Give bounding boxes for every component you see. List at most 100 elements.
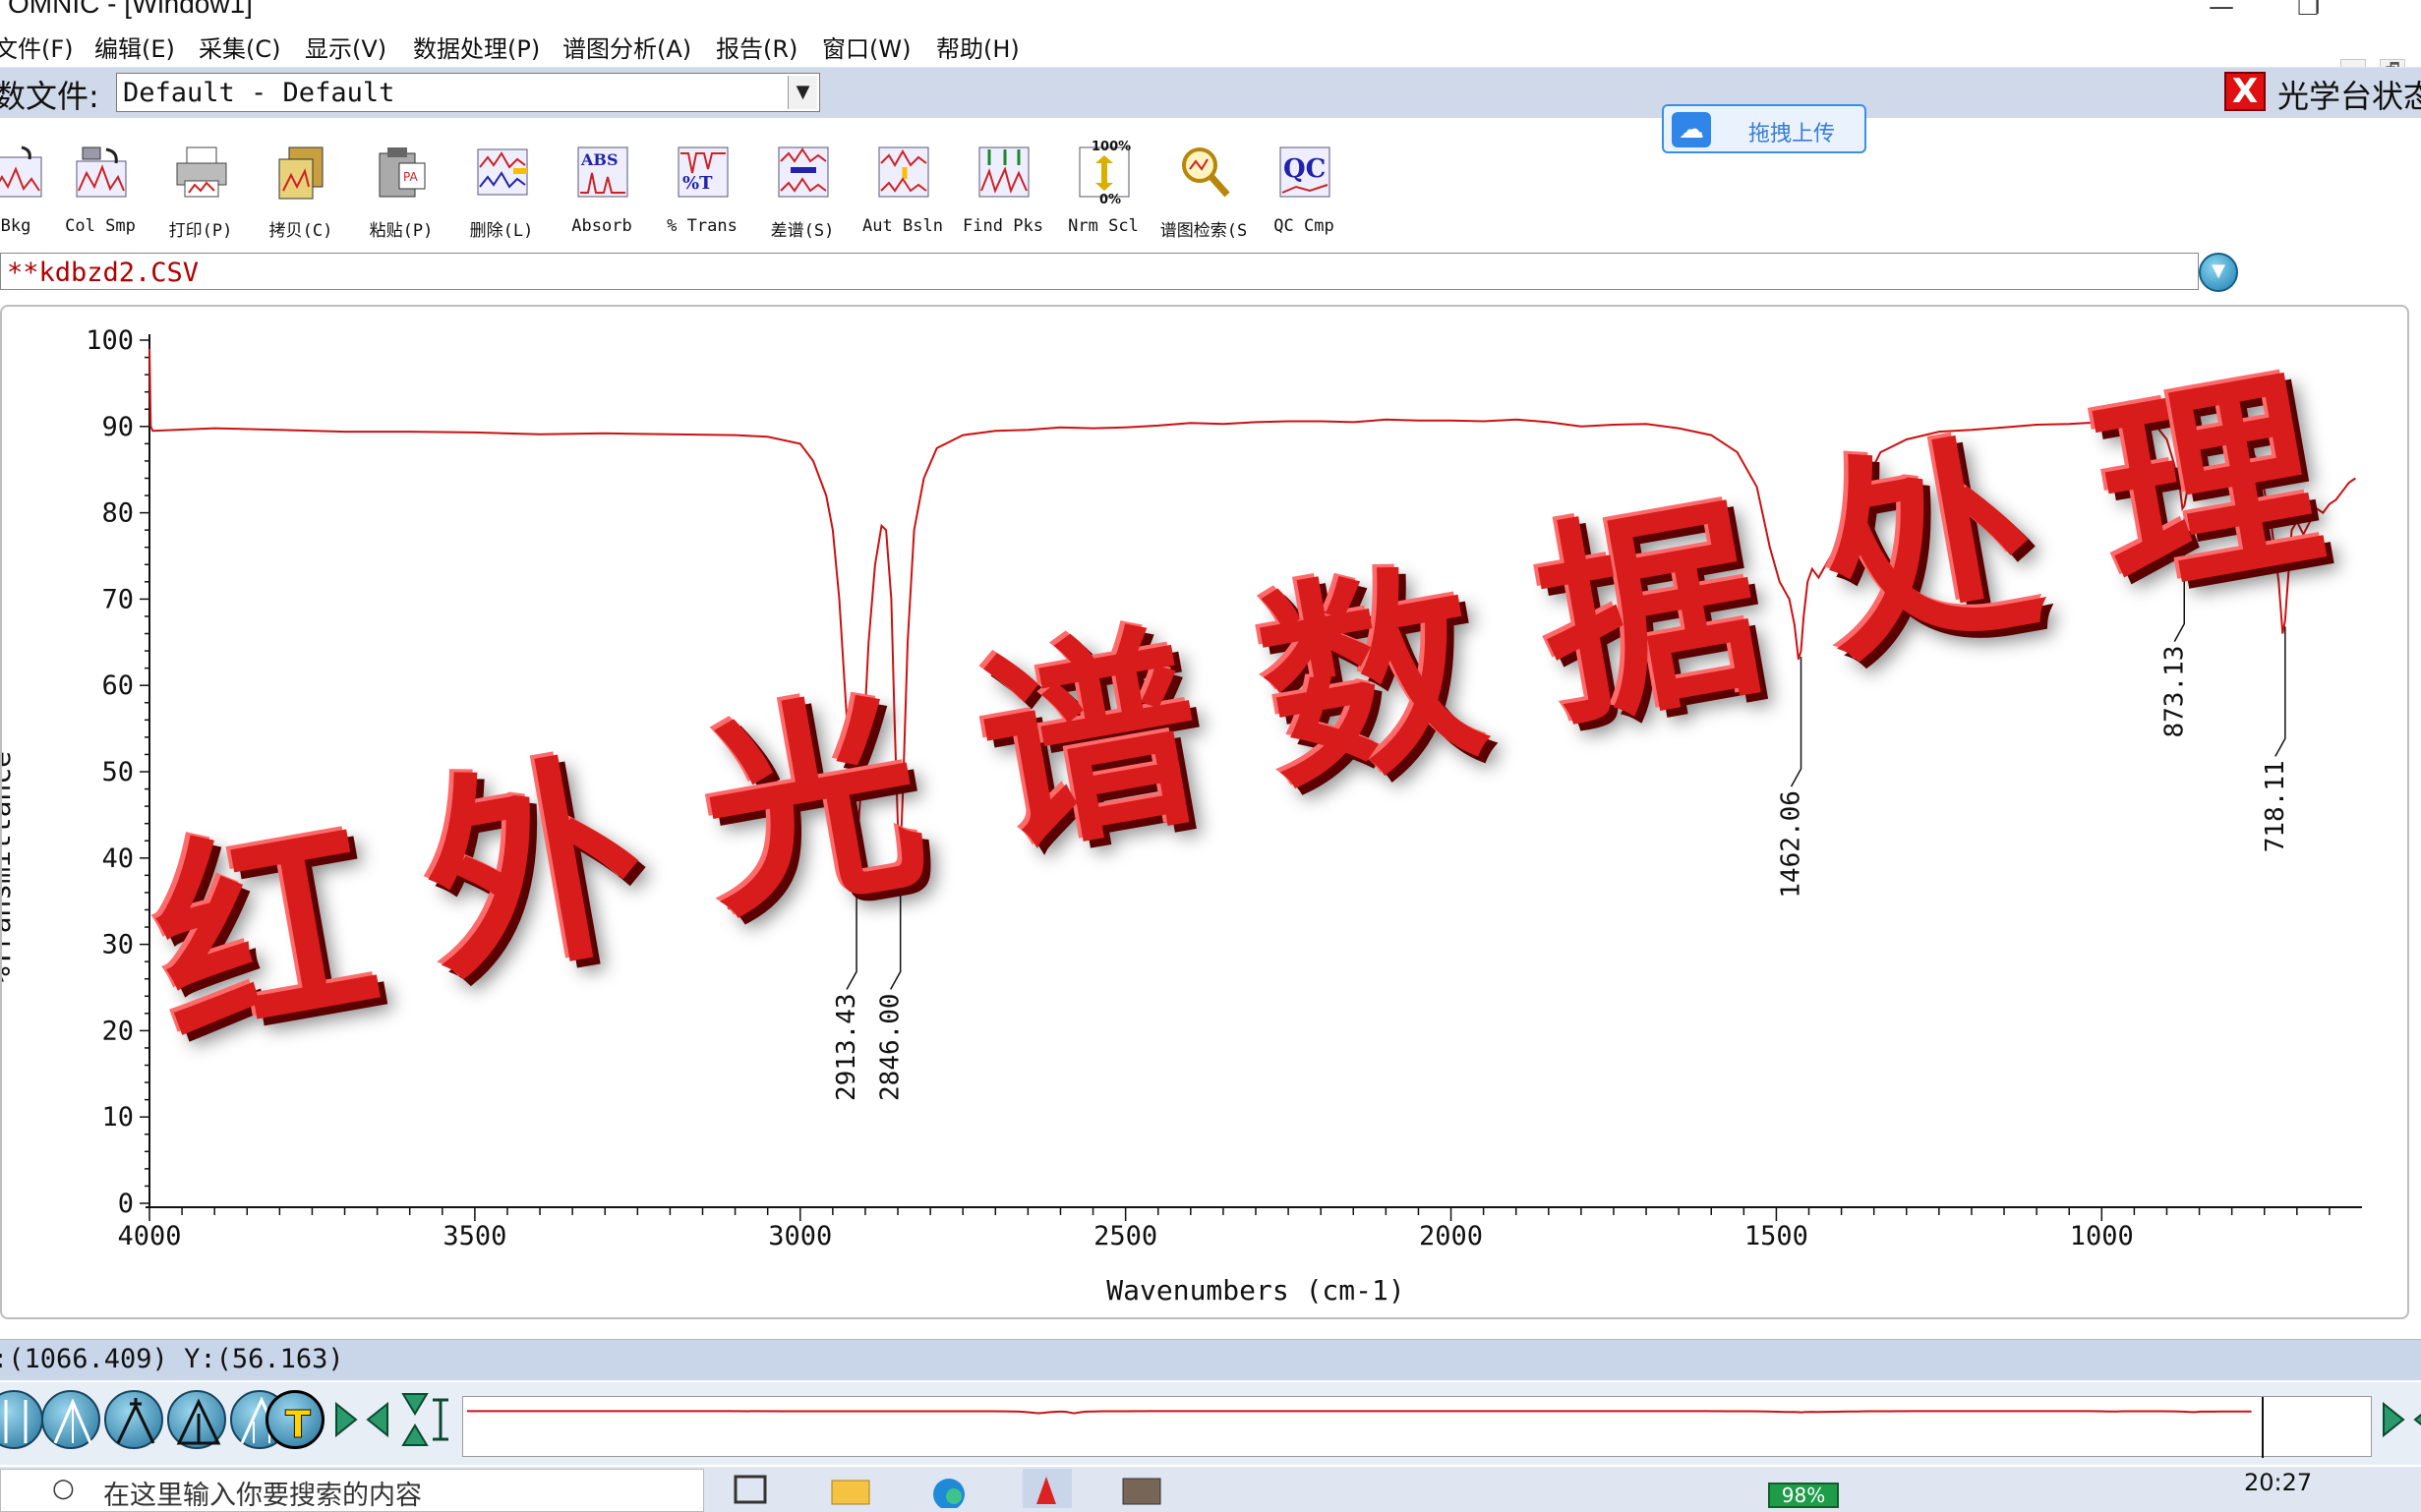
experiment-label: 数文件:: [0, 78, 99, 115]
tool-col-smp-button[interactable]: Col Smp: [53, 136, 148, 244]
copy-icon: [278, 146, 324, 200]
chevron-down-icon[interactable]: ▼: [788, 76, 817, 109]
tool-paste-button[interactable]: PA 粘贴(P): [354, 136, 448, 244]
x-tick-label: 1000: [2070, 1221, 2134, 1251]
paste-icon: PA: [379, 147, 426, 198]
text-annotation-icon[interactable]: T: [266, 1390, 325, 1449]
spectrum-title-field[interactable]: **kdbzd2.CSV: [0, 253, 2199, 290]
experiment-select[interactable]: Default - Default ▼: [116, 73, 820, 112]
x-tick-label: 4000: [117, 1221, 181, 1251]
upload-label: 拖拽上传: [1748, 122, 1836, 146]
tool-search-button[interactable]: 谱图检索(S: [1156, 136, 1251, 244]
y-tick-label: 10: [101, 1102, 134, 1133]
nrm-scl-top-label: 100%: [1092, 140, 1132, 154]
x-tick-label: 2500: [1093, 1221, 1157, 1251]
bench-status-icon[interactable]: X: [2224, 72, 2266, 111]
spectrum-chart[interactable]: 4000 3500 3000 2500 2000 1500 1000 0 10 20 30 40 50 6…: [2, 307, 2407, 1317]
tool-label: Absorb: [571, 216, 632, 236]
svg-text:PA: PA: [403, 170, 418, 184]
x-tick-label: 1500: [1744, 1221, 1808, 1251]
status-bar: :(1066.409) Y:(56.163): [0, 1339, 2421, 1380]
overview-expand-icon[interactable]: [2380, 1390, 2421, 1449]
omnic-window: OMNIC - [Window1] — ❐ 文件(F) 编辑(E) 采集(C) …: [0, 0, 2421, 1512]
tool-aut-bsln-button[interactable]: Aut Bsln: [856, 136, 950, 244]
spectrum-window[interactable]: 4000 3500 3000 2500 2000 1500 1000 0 10 20 30 40 50 6…: [0, 305, 2409, 1319]
media-app-icon[interactable]: [1117, 1469, 1166, 1508]
expand-horizontal-icon[interactable]: [332, 1390, 391, 1449]
y-tick-label: 40: [101, 843, 134, 874]
tool-find-pks-button[interactable]: Find Pks: [956, 136, 1050, 244]
taskbar-clock[interactable]: 20:27: [2244, 1469, 2312, 1496]
tool-label: Col Smp: [65, 216, 136, 236]
transmittance-icon: %T: [678, 146, 729, 198]
taskbar-search-box[interactable]: ○ 在这里输入你要搜索的内容: [0, 1469, 704, 1512]
expand-vertical-icon[interactable]: [393, 1390, 452, 1449]
tool-label: 差谱(S): [770, 221, 835, 241]
menu-help[interactable]: 帮助(H): [936, 29, 1020, 64]
tool-subtract-button[interactable]: 差谱(S): [755, 136, 850, 244]
peak-label[interactable]: 1462.06: [1777, 790, 1806, 899]
svg-text:ABS: ABS: [580, 150, 619, 169]
peak-label[interactable]: 873.13: [2159, 646, 2189, 738]
upload-button[interactable]: ☁ 拖拽上传: [1662, 104, 1866, 153]
svg-text:T: T: [285, 1403, 311, 1446]
x-tick-label: 3000: [768, 1221, 832, 1251]
tool-copy-button[interactable]: 拷贝(C): [254, 136, 348, 244]
menu-window[interactable]: 窗口(W): [822, 29, 911, 64]
menu-collect[interactable]: 采集(C): [199, 29, 280, 64]
y-tick-label: 100: [86, 325, 134, 356]
tool-qc-cmp-button[interactable]: QC QC Cmp: [1257, 136, 1351, 244]
region-tool-icon[interactable]: [0, 1390, 43, 1449]
y-tick-label: 0: [118, 1189, 134, 1219]
restore-button[interactable]: ❐: [2297, 0, 2320, 22]
spectrum-line[interactable]: [148, 348, 2356, 854]
peak-label[interactable]: 2913.43: [832, 993, 861, 1101]
x-tick-label: 2000: [1419, 1221, 1483, 1251]
file-explorer-icon[interactable]: [826, 1469, 875, 1508]
menu-report[interactable]: 报告(R): [716, 29, 797, 64]
tool-label: 谱图检索(S: [1159, 221, 1248, 241]
tool-label: % Trans: [667, 216, 738, 236]
printer-icon: [176, 146, 227, 198]
tool-absorb-button[interactable]: ABS Absorb: [555, 136, 649, 244]
y-axis-label: %Transmittance: [2, 751, 17, 983]
tool-label: QC Cmp: [1273, 216, 1334, 236]
tool-print-button[interactable]: 打印(P): [153, 136, 248, 244]
menu-view[interactable]: 显示(V): [305, 29, 386, 64]
absorbance-icon: ABS: [577, 146, 628, 198]
peak-leader-line: [846, 859, 857, 990]
menu-process[interactable]: 数据处理(P): [413, 29, 540, 64]
y-tick-label: 90: [101, 412, 134, 442]
peak-height-tool-icon[interactable]: [41, 1390, 100, 1449]
edge-browser-icon[interactable]: [924, 1469, 974, 1510]
tool-trans-button[interactable]: %T % Trans: [655, 136, 749, 244]
auto-baseline-icon: [878, 146, 929, 198]
spectrum-overview[interactable]: [462, 1396, 2372, 1458]
menu-file[interactable]: 文件(F): [0, 29, 74, 64]
menu-analyze[interactable]: 谱图分析(A): [562, 29, 691, 64]
tool-delete-button[interactable]: 删除(L): [454, 136, 549, 244]
y-tick-label: 80: [101, 498, 134, 529]
battery-indicator[interactable]: 98%: [1768, 1483, 1839, 1508]
peak-label[interactable]: 718.11: [2261, 760, 2290, 852]
spectrum-select-button[interactable]: ▼: [2199, 253, 2238, 292]
omnic-app-icon[interactable]: [1023, 1469, 1072, 1508]
tool-label: 拷贝(C): [268, 221, 333, 241]
svg-text:%T: %T: [682, 173, 713, 194]
tool-label: Find Pks: [963, 216, 1043, 236]
tool-label: 粘贴(P): [369, 221, 434, 241]
task-view-icon[interactable]: [726, 1469, 775, 1508]
peak-label-tool-icon[interactable]: [104, 1390, 163, 1449]
tool-nrm-scl-button[interactable]: 100% 0% Nrm Scl: [1056, 136, 1151, 244]
y-tick-label: 20: [101, 1016, 134, 1046]
peak-label[interactable]: 2846.00: [876, 993, 906, 1101]
collect-sample-icon: [76, 146, 127, 198]
y-tick-label: 60: [101, 670, 134, 701]
menu-edit[interactable]: 编辑(E): [94, 29, 175, 64]
cloud-icon: ☁: [1672, 112, 1711, 147]
minimize-button[interactable]: —: [2209, 0, 2234, 22]
peak-area-tool-icon[interactable]: [167, 1390, 226, 1449]
menu-bar: 文件(F) 编辑(E) 采集(C) 显示(V) 数据处理(P) 谱图分析(A) …: [0, 26, 2421, 81]
spectrum-file-bar: **kdbzd2.CSV ▼: [0, 250, 2421, 295]
search-library-icon: [1182, 147, 1230, 198]
